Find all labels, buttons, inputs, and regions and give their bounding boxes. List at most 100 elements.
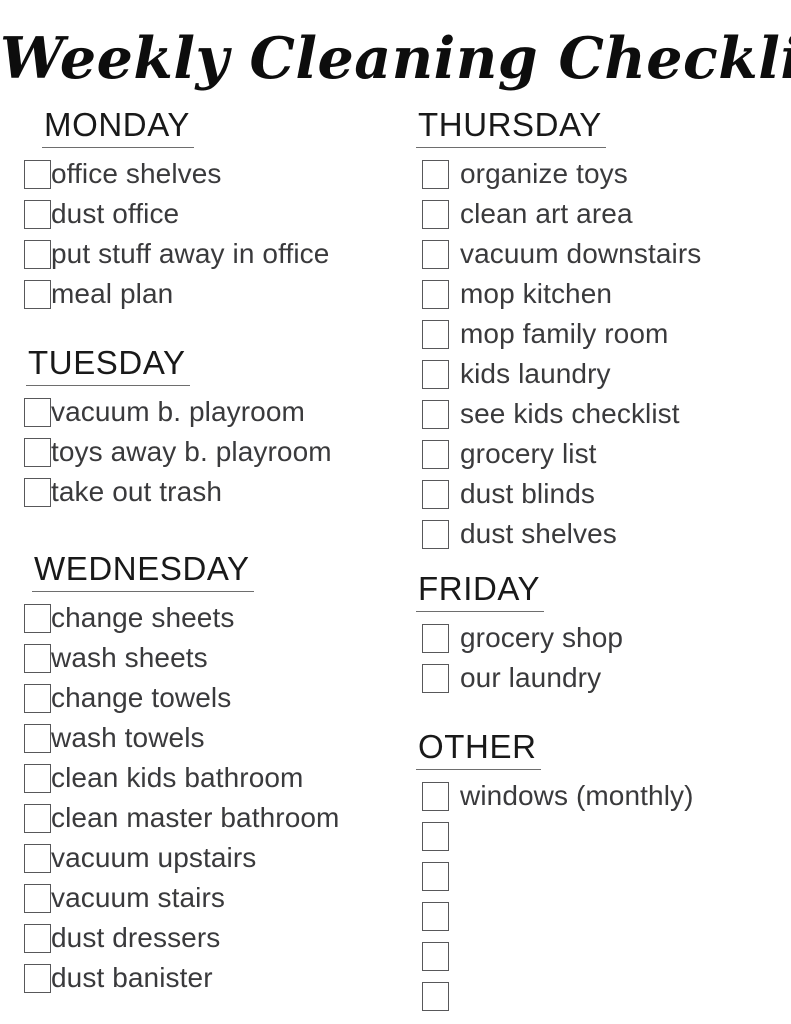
- item-label: dust banister: [51, 962, 213, 993]
- checkbox[interactable]: [422, 439, 449, 469]
- item-label: dust office: [51, 198, 180, 229]
- checkbox[interactable]: [422, 901, 449, 931]
- item-label: kids laundry: [460, 358, 611, 389]
- checklist-row[interactable]: see kids checklist: [408, 394, 783, 434]
- checklist-row[interactable]: toys away b. playroom: [18, 432, 410, 472]
- checklist-row[interactable]: organize toys: [408, 154, 783, 194]
- checkbox[interactable]: [24, 643, 51, 673]
- checkbox[interactable]: [24, 923, 51, 953]
- item-label: change sheets: [51, 602, 235, 633]
- section-heading-monday: MONDAY: [42, 106, 194, 148]
- item-label: change towels: [51, 682, 232, 713]
- item-label: dust dressers: [51, 922, 221, 953]
- section-tuesday: TUESDAY vacuum b. playroom toys away b. …: [18, 344, 410, 512]
- checkbox[interactable]: [422, 399, 449, 429]
- item-label: toys away b. playroom: [51, 436, 332, 467]
- checkbox[interactable]: [422, 861, 449, 891]
- checkbox[interactable]: [422, 159, 449, 189]
- section-heading-wednesday: WEDNESDAY: [32, 550, 254, 592]
- checkbox[interactable]: [422, 479, 449, 509]
- checkbox[interactable]: [24, 723, 51, 753]
- checklist-row[interactable]: [408, 816, 783, 856]
- checkbox[interactable]: [24, 883, 51, 913]
- checklist-row[interactable]: change towels: [18, 678, 410, 718]
- checklist-row[interactable]: [408, 976, 783, 1016]
- checklist-row[interactable]: [408, 896, 783, 936]
- checklist-row[interactable]: dust banister: [18, 958, 410, 998]
- items-other: windows (monthly): [408, 776, 783, 1016]
- item-label: take out trash: [51, 476, 223, 507]
- item-label: vacuum stairs: [51, 882, 226, 913]
- checklist-row[interactable]: our laundry: [408, 658, 783, 698]
- checkbox[interactable]: [422, 781, 449, 811]
- checkbox[interactable]: [422, 199, 449, 229]
- checkbox[interactable]: [422, 519, 449, 549]
- checklist-row[interactable]: kids laundry: [408, 354, 783, 394]
- checkbox[interactable]: [422, 623, 449, 653]
- checkbox[interactable]: [24, 397, 51, 427]
- checklist-row[interactable]: mop family room: [408, 314, 783, 354]
- checklist-row[interactable]: mop kitchen: [408, 274, 783, 314]
- checkbox[interactable]: [422, 279, 449, 309]
- checkbox[interactable]: [422, 359, 449, 389]
- checklist-row[interactable]: dust office: [18, 194, 410, 234]
- item-label: mop kitchen: [460, 278, 613, 309]
- checkbox[interactable]: [422, 319, 449, 349]
- checklist-row[interactable]: [408, 936, 783, 976]
- checkbox[interactable]: [24, 477, 51, 507]
- checkbox[interactable]: [422, 981, 449, 1011]
- checklist-row[interactable]: wash towels: [18, 718, 410, 758]
- checkbox[interactable]: [24, 763, 51, 793]
- section-heading-wrap: THURSDAY: [408, 106, 783, 148]
- checkbox[interactable]: [24, 963, 51, 993]
- checkbox[interactable]: [24, 683, 51, 713]
- checkbox[interactable]: [422, 821, 449, 851]
- checklist-row[interactable]: take out trash: [18, 472, 410, 512]
- items-tuesday: vacuum b. playroom toys away b. playroom…: [18, 392, 410, 512]
- checkbox[interactable]: [24, 159, 51, 189]
- checkbox[interactable]: [24, 437, 51, 467]
- checkbox[interactable]: [24, 803, 51, 833]
- item-label: vacuum downstairs: [460, 238, 702, 269]
- item-label: windows (monthly): [460, 780, 694, 811]
- section-heading-wrap: WEDNESDAY: [18, 550, 410, 592]
- checklist-row[interactable]: office shelves: [18, 154, 410, 194]
- checkbox[interactable]: [24, 279, 51, 309]
- item-label: organize toys: [460, 158, 628, 189]
- checklist-row[interactable]: change sheets: [18, 598, 410, 638]
- right-column: THURSDAY organize toys clean art area va…: [408, 106, 783, 1016]
- checklist-row[interactable]: put stuff away in office: [18, 234, 410, 274]
- checklist-row[interactable]: grocery list: [408, 434, 783, 474]
- checklist-row[interactable]: vacuum b. playroom: [18, 392, 410, 432]
- checkbox[interactable]: [24, 239, 51, 269]
- checklist-row[interactable]: wash sheets: [18, 638, 410, 678]
- checklist-row[interactable]: clean master bathroom: [18, 798, 410, 838]
- checklist-row[interactable]: vacuum downstairs: [408, 234, 783, 274]
- checkbox[interactable]: [422, 941, 449, 971]
- checklist-row[interactable]: dust blinds: [408, 474, 783, 514]
- checkbox[interactable]: [24, 199, 51, 229]
- left-column: MONDAY office shelves dust office put st…: [18, 106, 410, 998]
- checklist-row[interactable]: [408, 856, 783, 896]
- checklist-row[interactable]: clean art area: [408, 194, 783, 234]
- checklist-row[interactable]: dust dressers: [18, 918, 410, 958]
- item-label: clean kids bathroom: [51, 762, 304, 793]
- item-label: dust shelves: [460, 518, 617, 549]
- section-heading-wrap: OTHER: [408, 728, 783, 770]
- checkbox[interactable]: [422, 239, 449, 269]
- checklist-row[interactable]: meal plan: [18, 274, 410, 314]
- checklist-row[interactable]: clean kids bathroom: [18, 758, 410, 798]
- checkbox[interactable]: [24, 843, 51, 873]
- item-label: grocery list: [460, 438, 597, 469]
- checklist-row[interactable]: windows (monthly): [408, 776, 783, 816]
- section-heading-thursday: THURSDAY: [416, 106, 606, 148]
- checklist-row[interactable]: dust shelves: [408, 514, 783, 554]
- checklist-row[interactable]: vacuum stairs: [18, 878, 410, 918]
- items-thursday: organize toys clean art area vacuum down…: [408, 154, 783, 554]
- checklist-row[interactable]: vacuum upstairs: [18, 838, 410, 878]
- checkbox[interactable]: [24, 603, 51, 633]
- checkbox[interactable]: [422, 663, 449, 693]
- item-label: clean art area: [460, 198, 633, 229]
- checklist-row[interactable]: grocery shop: [408, 618, 783, 658]
